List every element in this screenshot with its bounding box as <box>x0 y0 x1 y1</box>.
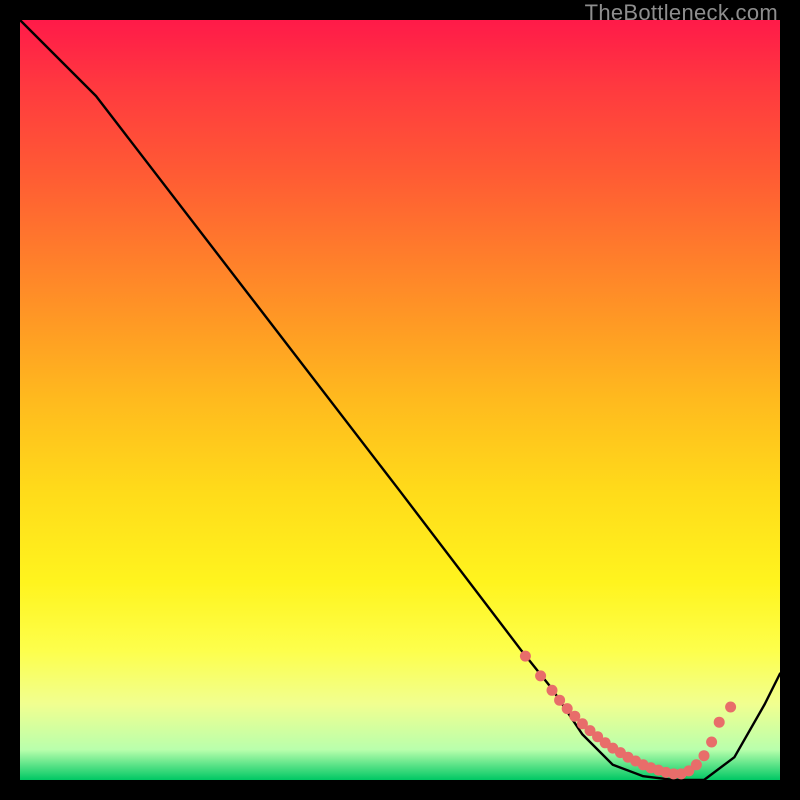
gradient-plot-area <box>20 20 780 780</box>
curve-layer <box>20 20 780 780</box>
highlight-dot <box>725 702 736 713</box>
highlight-dot <box>554 695 565 706</box>
highlight-dot <box>691 759 702 770</box>
bottleneck-curve <box>20 20 780 780</box>
highlight-dot <box>714 717 725 728</box>
highlight-dots-layer <box>520 651 736 780</box>
highlight-dot <box>535 670 546 681</box>
outer-frame: TheBottleneck.com <box>0 0 800 800</box>
highlight-dot <box>547 685 558 696</box>
watermark-text: TheBottleneck.com <box>585 0 778 26</box>
highlight-dot <box>520 651 531 662</box>
highlight-dot <box>706 737 717 748</box>
highlight-dot <box>699 750 710 761</box>
chart-svg <box>20 20 780 780</box>
